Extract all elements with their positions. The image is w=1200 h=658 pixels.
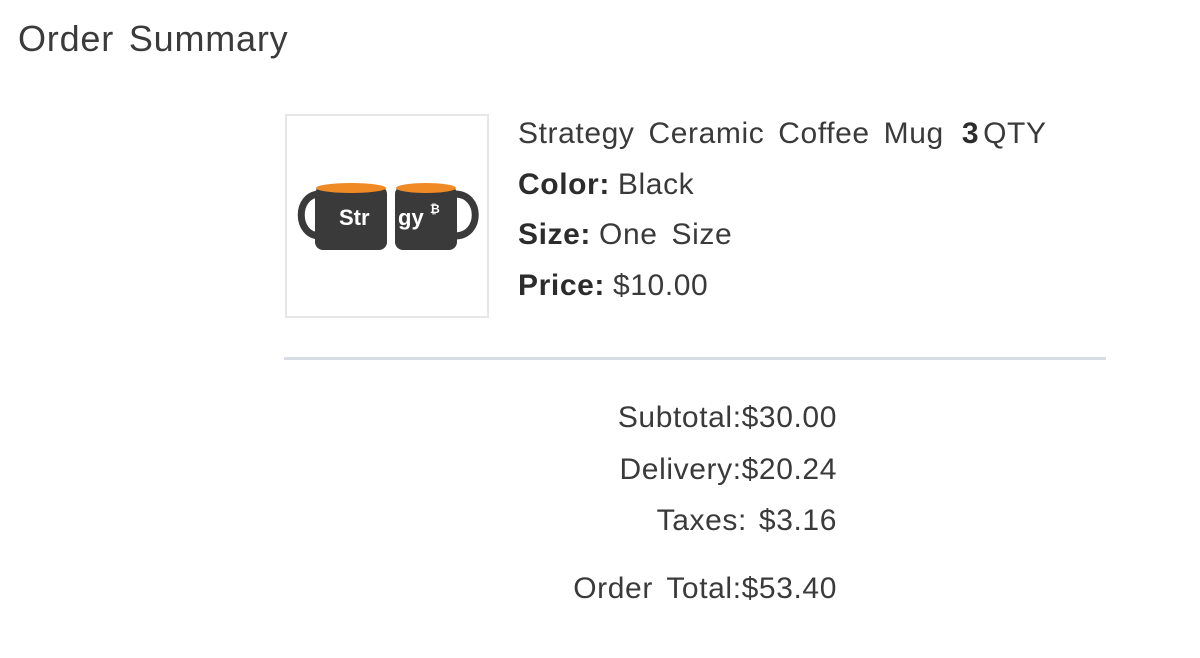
color-value: Black (617, 167, 695, 201)
delivery-label: Delivery: (619, 452, 742, 486)
taxes-label: Taxes: (656, 504, 747, 537)
right-mug-print: gy (398, 205, 424, 230)
page-title: Order Summary (18, 18, 289, 59)
left-mug-print: Str (339, 205, 370, 230)
quantity-unit: QTY (983, 117, 1047, 150)
product-size-row: Size: One Size (518, 213, 1047, 264)
product-price-row: Price: $10.00 (518, 264, 1047, 315)
subtotal-value: $30.00 (741, 401, 837, 434)
size-value: One Size (599, 218, 733, 251)
subtotal-row: Subtotal:$30.00 (573, 396, 837, 448)
mug-illustration: Str gy ₿ (297, 183, 479, 250)
product-image: Str gy ₿ (285, 114, 489, 318)
order-total-value: $53.40 (741, 571, 837, 605)
size-label: Size: (518, 218, 592, 251)
taxes-value: $3.16 (758, 504, 837, 537)
summary-divider (284, 357, 1106, 360)
product-name-row: Strategy Ceramic Coffee Mug 3 QTY (518, 112, 1047, 163)
order-total-label: Order Total: (573, 571, 742, 605)
order-total-row: Order Total:$53.40 (573, 567, 837, 619)
product-details: Strategy Ceramic Coffee Mug 3 QTY Color: Bl… (518, 112, 1047, 314)
left-mug-rim (316, 183, 386, 193)
product-color-row: Color: Black (518, 163, 1047, 214)
delivery-row: Delivery:$20.24 (573, 448, 837, 500)
right-mug-rim (396, 183, 456, 193)
order-totals: Subtotal:$30.00 Delivery:$20.24 Taxes: $3… (573, 396, 837, 618)
product-name: Strategy Ceramic Coffee Mug (518, 117, 944, 150)
subtotal-label: Subtotal: (617, 401, 742, 434)
price-label: Price: (518, 268, 605, 302)
taxes-row: Taxes: $3.16 (573, 499, 837, 551)
bitcoin-icon: ₿ (430, 202, 440, 216)
right-mug-handle (454, 190, 479, 240)
price-value: $10.00 (612, 268, 709, 302)
color-label: Color: (518, 167, 610, 201)
delivery-value: $20.24 (741, 452, 837, 486)
product-quantity: 3 (961, 117, 980, 150)
